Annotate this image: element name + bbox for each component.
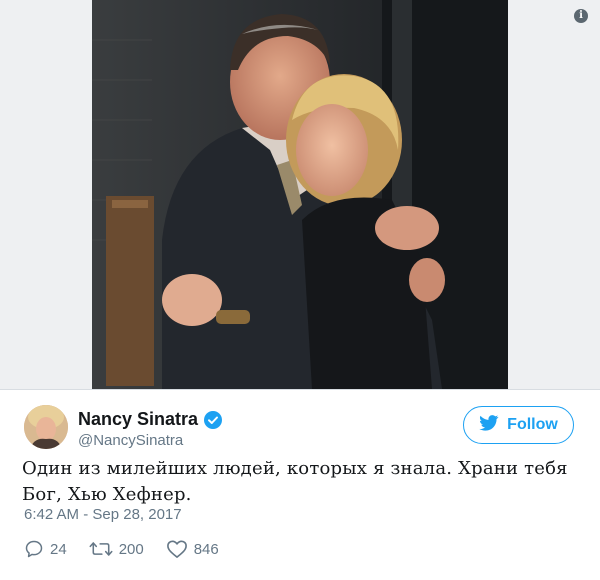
follow-label: Follow [507, 416, 558, 433]
follow-button[interactable]: Follow [463, 406, 574, 444]
avatar[interactable] [24, 405, 68, 449]
info-icon[interactable]: i [574, 9, 588, 23]
reply-count: 24 [50, 540, 67, 558]
like-button[interactable]: 846 [166, 539, 219, 559]
avatar-image [24, 405, 68, 449]
photo-area: i [0, 0, 600, 389]
reply-icon [24, 539, 44, 559]
reply-button[interactable]: 24 [24, 539, 67, 559]
retweet-icon [89, 539, 113, 559]
timestamp[interactable]: 6:42 AM - Sep 28, 2017 [24, 506, 182, 523]
divider [0, 389, 600, 390]
tweet-photo[interactable] [92, 0, 508, 389]
name-row: Nancy Sinatra [78, 409, 223, 430]
retweet-count: 200 [118, 540, 144, 558]
verified-badge-icon [204, 410, 223, 429]
display-name[interactable]: Nancy Sinatra [78, 409, 198, 430]
like-count: 846 [193, 540, 219, 558]
heart-icon [166, 539, 188, 559]
photo-image [92, 0, 508, 389]
tweet-actions: 24 200 846 [24, 538, 241, 560]
retweet-button[interactable]: 200 [89, 539, 144, 559]
tweet-text: Один из милейших людей, которых я знала.… [22, 458, 568, 505]
handle[interactable]: @NancySinatra [78, 432, 183, 449]
twitter-bird-icon [479, 414, 499, 436]
